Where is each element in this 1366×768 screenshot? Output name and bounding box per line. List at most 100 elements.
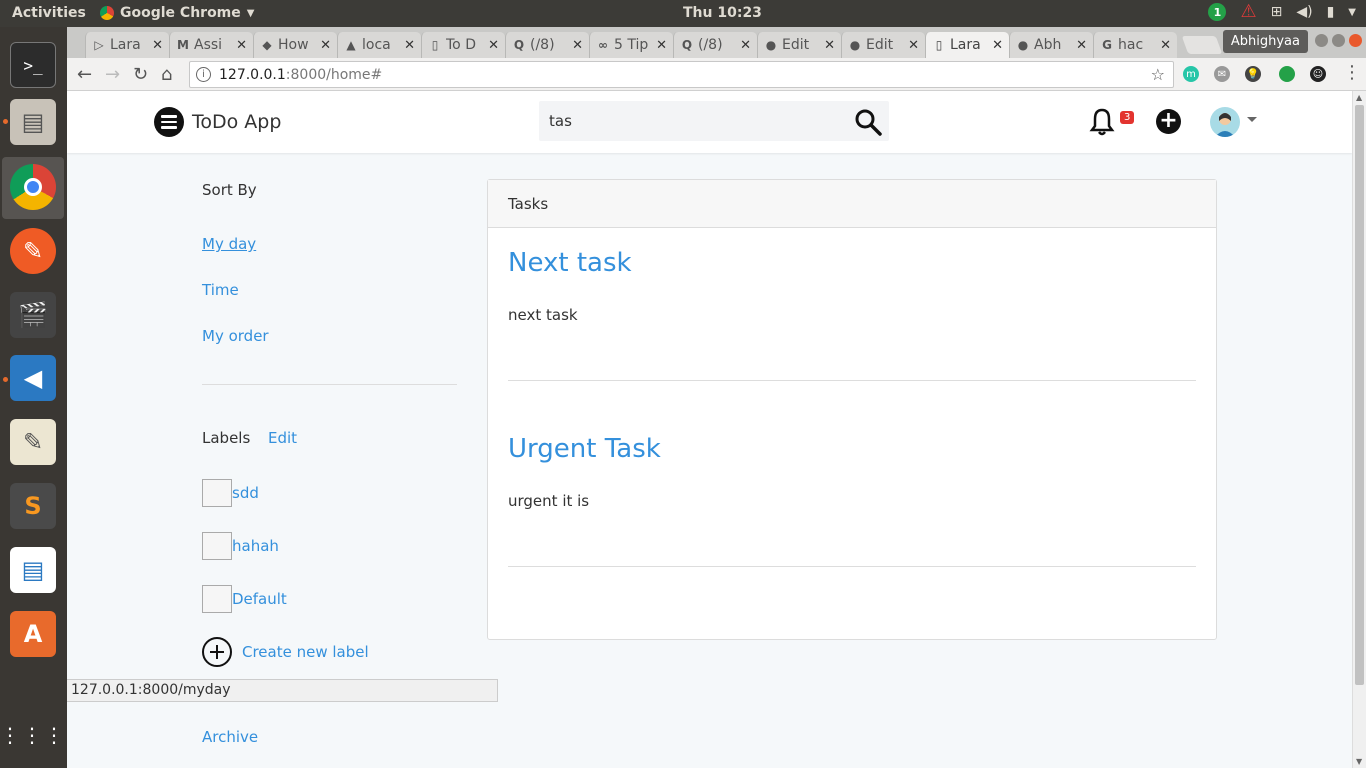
tab-close-icon[interactable]: ✕ [404,38,415,53]
add-task-button[interactable]: + [1156,109,1181,134]
tab-close-icon[interactable]: ✕ [572,38,583,53]
new-tab-button[interactable] [1181,36,1223,54]
browser-tab[interactable]: ● Abh ✕ [1009,32,1093,58]
address-bar[interactable]: i 127.0.0.1:8000/home# ☆ [189,61,1174,88]
scroll-up-icon[interactable]: ▲ [1356,93,1362,102]
tab-close-icon[interactable]: ✕ [824,38,835,53]
browser-tab[interactable]: ▲ loca ✕ [337,32,421,58]
browser-tab[interactable]: ◆ How ✕ [253,32,337,58]
extension-chat-icon[interactable]: ☺ [1310,66,1326,82]
profile-button[interactable]: Abhighyaa [1222,30,1308,53]
notification-indicator[interactable]: 1 [1208,3,1227,21]
browser-tab[interactable]: ▯ To D ✕ [421,32,505,58]
info-icon[interactable]: i [196,67,211,82]
tab-favicon-icon: ● [849,38,861,52]
archive-link[interactable]: Archive [202,728,258,746]
sort-my-day-link[interactable]: My day [202,235,256,253]
forward-icon[interactable]: → [105,64,120,85]
label-link-hahah[interactable]: hahah [232,537,279,555]
video-editor-icon[interactable]: 🎬 [10,292,56,338]
sort-time-link[interactable]: Time [202,281,239,299]
search-input[interactable]: tas [539,101,889,141]
minimize-button[interactable] [1315,34,1328,47]
software-center-icon[interactable]: A [10,611,56,657]
search-icon[interactable] [853,107,883,137]
extension-green-icon[interactable] [1279,66,1295,82]
url-host: 127.0.0.1 [219,66,286,83]
chevron-down-icon[interactable]: ▼ [1348,7,1356,18]
scrollbar[interactable]: ▲ ▼ [1352,91,1366,768]
extension-m-icon[interactable]: m [1183,66,1199,82]
postman-icon[interactable]: ✎ [10,228,56,274]
scrollbar-thumb[interactable] [1355,105,1364,685]
bookmark-star-icon[interactable]: ☆ [1151,65,1165,84]
text-editor-icon[interactable]: ✎ [10,419,56,465]
writer-icon[interactable]: ▤ [10,547,56,593]
tab-close-icon[interactable]: ✕ [908,38,919,53]
app-grid-icon[interactable]: ⋮⋮⋮ [0,712,64,758]
tab-close-icon[interactable]: ✕ [152,38,163,53]
browser-tab[interactable]: ▯ Lara ✕ [925,32,1009,58]
labels-edit-link[interactable]: Edit [268,429,297,447]
terminal-icon[interactable]: >_ [10,42,56,88]
browser-tab[interactable]: ▷ Lara ✕ [85,32,169,58]
back-icon[interactable]: ← [77,64,92,85]
browser-tab[interactable]: Ghac ✕ [1093,32,1177,58]
tab-label: 5 Tip [614,37,649,53]
label-link-sdd[interactable]: sdd [232,484,259,502]
tab-label: (/8) [530,37,555,53]
extension-mail-icon[interactable]: ✉ [1214,66,1230,82]
tab-close-icon[interactable]: ✕ [1160,38,1171,53]
label-item[interactable]: sdd [202,479,259,507]
vscode-icon[interactable]: ◀ [10,355,56,401]
extension-bulb-icon[interactable]: 💡 [1245,66,1261,82]
scroll-down-icon[interactable]: ▼ [1356,757,1362,766]
browser-tab[interactable]: ● Edit ✕ [757,32,841,58]
tab-close-icon[interactable]: ✕ [992,38,1003,53]
task-title[interactable]: Next task [508,248,632,278]
label-item[interactable]: Default [202,585,287,613]
activities-button[interactable]: Activities [12,5,86,21]
tab-close-icon[interactable]: ✕ [740,38,751,53]
browser-toolbar: ← → ↻ ⌂ i 127.0.0.1:8000/home# ☆ m ✉ 💡 ☺… [67,58,1366,91]
network-icon[interactable]: ⊞ [1271,4,1283,20]
tab-close-icon[interactable]: ✕ [236,38,247,53]
browser-tab[interactable]: ∞ 5 Tip ✕ [589,32,673,58]
tab-close-icon[interactable]: ✕ [320,38,331,53]
menu-icon[interactable] [154,107,184,137]
clock[interactable]: Thu 10:23 [683,5,762,21]
avatar[interactable] [1210,107,1240,137]
files-icon[interactable]: ▤ [10,99,56,145]
bell-icon[interactable] [1087,107,1117,137]
label-image-icon [202,532,232,560]
tab-label: Edit [782,37,810,53]
chrome-icon[interactable] [10,164,56,210]
app-menu[interactable]: Google Chrome ▼ [100,5,254,21]
tab-close-icon[interactable]: ✕ [1076,38,1087,53]
browser-tab[interactable]: Q (/8) ✕ [673,32,757,58]
maximize-button[interactable] [1332,34,1345,47]
volume-icon[interactable]: ◀) [1296,4,1312,20]
brand[interactable]: ToDo App [154,107,281,137]
warning-icon[interactable]: ⚠ [1240,3,1256,21]
label-item[interactable]: hahah [202,532,279,560]
create-label-button[interactable]: Create new label [202,637,369,667]
system-tray: 1 ⚠ ⊞ ◀) ▮ ▼ [1208,3,1356,21]
reload-icon[interactable]: ↻ [133,64,148,85]
browser-tab[interactable]: M Assi ✕ [169,32,253,58]
chrome-menu-icon[interactable]: ⋮ [1343,62,1361,83]
chevron-down-icon[interactable] [1247,117,1257,122]
battery-icon[interactable]: ▮ [1327,4,1335,20]
tab-close-icon[interactable]: ✕ [488,38,499,53]
browser-tab[interactable]: ● Edit ✕ [841,32,925,58]
labels-heading: Labels [202,429,251,447]
sublime-icon[interactable]: S [10,483,56,529]
browser-tab[interactable]: Q (/8) ✕ [505,32,589,58]
task-title[interactable]: Urgent Task [508,434,661,464]
sort-my-order-link[interactable]: My order [202,327,269,345]
tab-close-icon[interactable]: ✕ [656,38,667,53]
create-label-link[interactable]: Create new label [242,643,369,661]
close-button[interactable] [1349,34,1362,47]
home-icon[interactable]: ⌂ [161,64,172,85]
label-link-default[interactable]: Default [232,590,287,608]
